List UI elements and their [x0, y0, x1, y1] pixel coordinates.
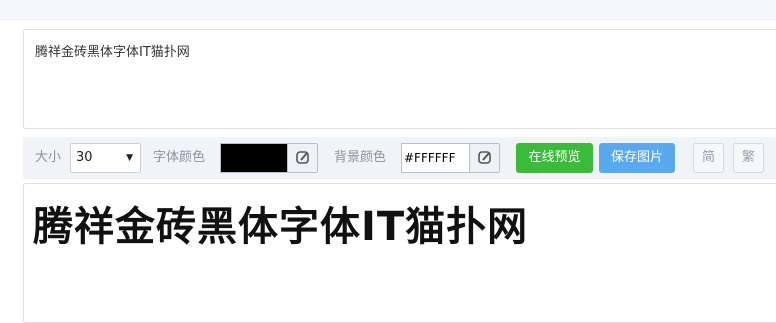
top-strip	[0, 0, 776, 20]
size-value: 30	[76, 150, 93, 165]
chevron-down-icon: ▼	[126, 153, 133, 163]
preview-button[interactable]: 在线预览	[516, 143, 593, 173]
preview-panel: 腾祥金砖黑体字体IT猫扑网	[23, 183, 776, 323]
bg-color-value: #FFFFFF	[404, 151, 456, 165]
edit-icon	[296, 151, 309, 164]
text-input[interactable]: 腾祥金砖黑体字体IT猫扑网	[23, 29, 776, 129]
size-label: 大小	[35, 150, 62, 165]
simplified-button[interactable]: 简	[693, 143, 724, 173]
edit-icon	[478, 151, 491, 164]
bg-color-field[interactable]: #FFFFFF	[401, 143, 470, 173]
traditional-button[interactable]: 繁	[733, 143, 764, 173]
toolbar: 大小 30 ▼ 字体颜色 背景颜色 #FFFFFF 在线预览 保存图片 简 繁	[23, 137, 776, 179]
bg-color-label: 背景颜色	[334, 150, 387, 165]
size-select[interactable]: 30 ▼	[70, 143, 141, 173]
bg-color-pick-button[interactable]	[469, 143, 500, 173]
preview-text: 腾祥金砖黑体字体IT猫扑网	[33, 204, 529, 250]
font-color-field[interactable]	[220, 143, 288, 173]
text-input-value: 腾祥金砖黑体字体IT猫扑网	[35, 45, 190, 60]
save-image-button[interactable]: 保存图片	[599, 143, 675, 173]
font-color-label: 字体颜色	[153, 150, 206, 165]
font-color-pick-button[interactable]	[287, 143, 318, 173]
